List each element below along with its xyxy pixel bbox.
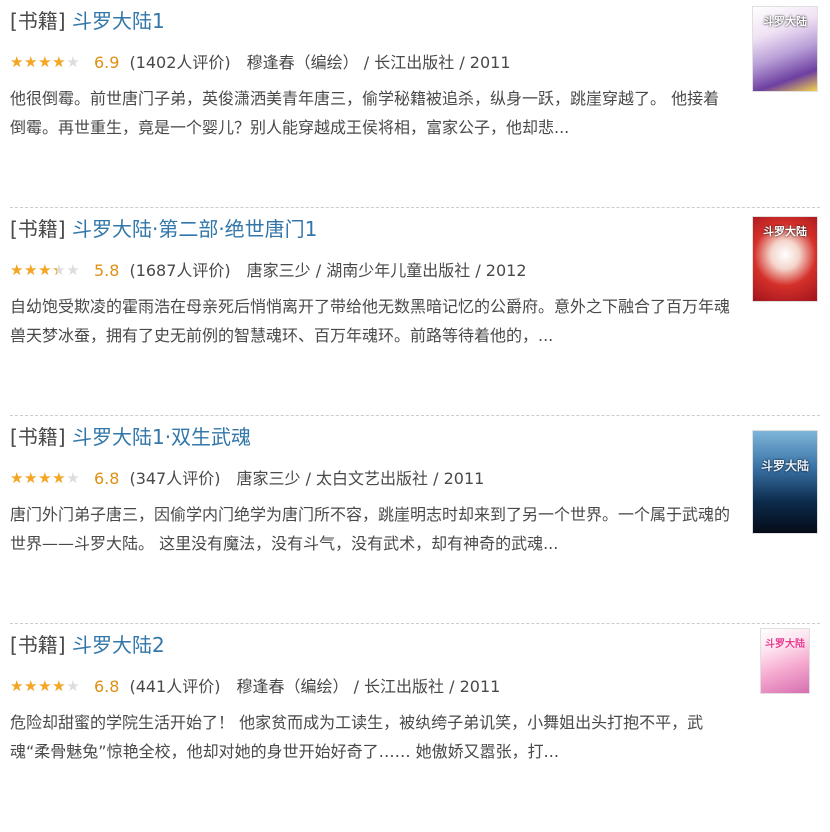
publication-info: 唐家三少 / 湖南少年儿童出版社 / 2012 <box>246 261 527 280</box>
book-cover[interactable]: 斗罗大陆 <box>760 628 810 694</box>
rating-score: 6.9 <box>94 53 120 72</box>
book-cover[interactable]: 斗罗大陆 <box>752 216 818 302</box>
result-item: [书籍] 斗罗大陆2 ★★★★★ ★★★★★ 6.8 (441人评价) 穆逢春（… <box>0 624 830 832</box>
result-abstract: 危险却甜蜜的学院生活开始了！ 他家贫而成为工读生，被纨绔子弟讥笑，小舞姐出头打抱… <box>10 713 704 761</box>
result-meta: ★★★★★ ★★★★★ 6.8 (441人评价) 穆逢春（编绘） / 长江出版社… <box>10 676 830 698</box>
result-meta: ★★★★★ ★★★★★ 6.8 (347人评价) 唐家三少 / 太白文艺出版社 … <box>10 468 830 490</box>
cover-title: 斗罗大陆 <box>763 15 807 28</box>
result-title-link[interactable]: 斗罗大陆1 <box>72 9 165 33</box>
result-category: [书籍] <box>10 9 66 33</box>
result-meta: ★★★★★ ★★★★★ 5.8 (1687人评价) 唐家三少 / 湖南少年儿童出… <box>10 260 830 282</box>
result-title-row: [书籍] 斗罗大陆1·双生武魂 <box>10 423 830 451</box>
search-results-list: [书籍] 斗罗大陆1 ★★★★★ ★★★★★ 6.9 (1402人评价) 穆逢春… <box>0 0 830 832</box>
star-rating: ★★★★★ ★★★★★ <box>10 53 88 71</box>
star-icon: ★★★★★ <box>10 53 65 71</box>
book-cover[interactable]: 斗罗大陆 <box>752 430 818 534</box>
result-abstract: 自幼饱受欺凌的霍雨浩在母亲死后悄悄离开了带给他无数黑暗记忆的公爵府。意外之下融合… <box>10 297 731 345</box>
result-title-row: [书籍] 斗罗大陆2 <box>10 631 830 659</box>
book-cover[interactable]: 斗罗大陆 <box>752 6 818 92</box>
rating-score: 6.8 <box>94 677 120 696</box>
result-title-row: [书籍] 斗罗大陆1 <box>10 7 830 35</box>
result-abstract: 他很倒霉。前世唐门子弟，英俊潇洒美青年唐三，偷学秘籍被追杀，纵身一跃，跳崖穿越了… <box>10 89 720 137</box>
star-rating: ★★★★★ ★★★★★ <box>10 677 88 695</box>
result-title-link[interactable]: 斗罗大陆2 <box>72 633 165 657</box>
result-item: [书籍] 斗罗大陆1 ★★★★★ ★★★★★ 6.9 (1402人评价) 穆逢春… <box>0 0 830 208</box>
rating-count: (441人评价) <box>129 677 221 696</box>
rating-score: 6.8 <box>94 469 120 488</box>
result-item: [书籍] 斗罗大陆1·双生武魂 ★★★★★ ★★★★★ 6.8 (347人评价)… <box>0 416 830 624</box>
result-title-link[interactable]: 斗罗大陆1·双生武魂 <box>72 425 251 449</box>
rating-score: 5.8 <box>94 261 120 280</box>
result-meta: ★★★★★ ★★★★★ 6.9 (1402人评价) 穆逢春（编绘） / 长江出版… <box>10 52 830 74</box>
result-abstract: 唐门外门弟子唐三，因偷学内门绝学为唐门所不容，跳崖明志时却来到了另一个世界。一个… <box>10 505 731 553</box>
result-title-link[interactable]: 斗罗大陆·第二部·绝世唐门1 <box>72 217 317 241</box>
rating-count: (1687人评价) <box>129 261 231 280</box>
cover-title: 斗罗大陆 <box>760 459 809 473</box>
publication-info: 唐家三少 / 太白文艺出版社 / 2011 <box>236 469 485 488</box>
result-category: [书籍] <box>10 217 66 241</box>
publication-info: 穆逢春（编绘） / 长江出版社 / 2011 <box>236 677 501 696</box>
star-icon: ★★★★★ <box>10 677 65 695</box>
result-category: [书籍] <box>10 633 66 657</box>
cover-title: 斗罗大陆 <box>765 639 805 650</box>
star-rating: ★★★★★ ★★★★★ <box>10 469 88 487</box>
result-title-row: [书籍] 斗罗大陆·第二部·绝世唐门1 <box>10 215 830 243</box>
star-rating: ★★★★★ ★★★★★ <box>10 261 88 279</box>
star-icon: ★★★★★ <box>10 469 65 487</box>
rating-count: (1402人评价) <box>129 53 231 72</box>
result-item: [书籍] 斗罗大陆·第二部·绝世唐门1 ★★★★★ ★★★★★ 5.8 (168… <box>0 208 830 416</box>
publication-info: 穆逢春（编绘） / 长江出版社 / 2011 <box>246 53 511 72</box>
star-icon: ★★★★★ <box>10 261 57 279</box>
cover-title: 斗罗大陆 <box>763 225 807 238</box>
result-category: [书籍] <box>10 425 66 449</box>
rating-count: (347人评价) <box>129 469 221 488</box>
